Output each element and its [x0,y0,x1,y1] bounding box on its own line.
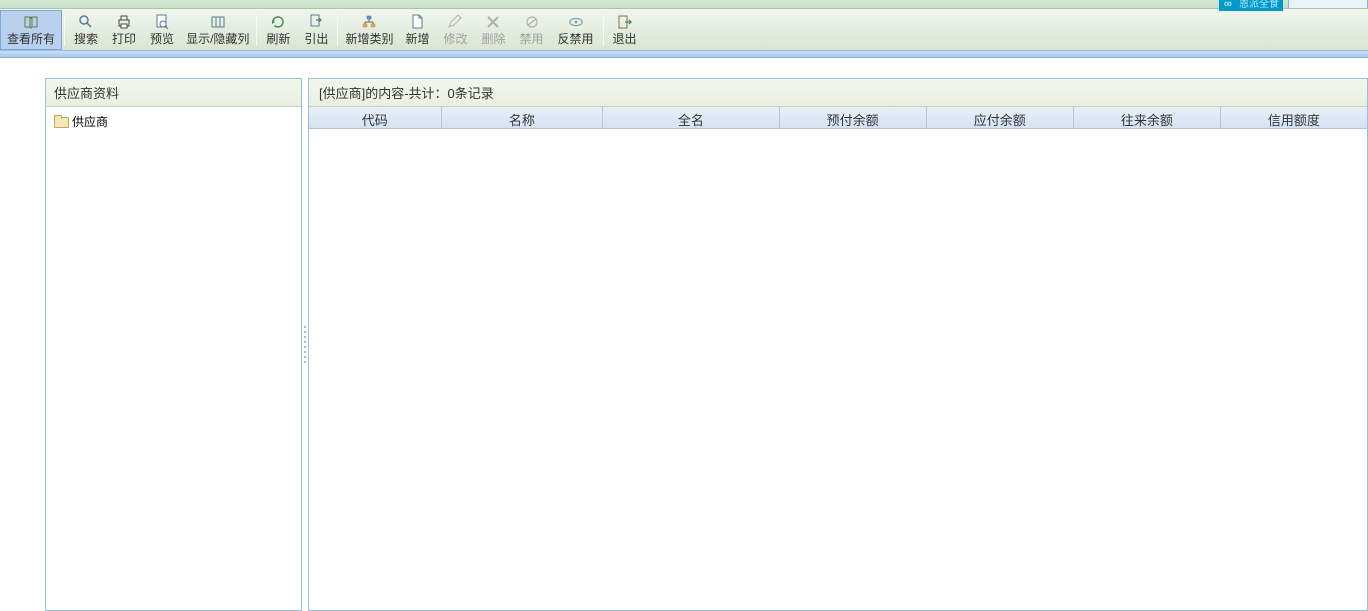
modify-button: 修改 [436,10,474,50]
toolbar-divider [64,14,65,46]
search-label: 搜索 [74,32,98,46]
left-panel: 供应商资料 供应商 [45,78,302,611]
preview-icon [154,14,170,30]
columns-icon [210,14,226,30]
print-label: 打印 [112,32,136,46]
undisable-label: 反禁用 [558,32,594,46]
refresh-button[interactable]: 刷新 [259,10,297,50]
exit-button[interactable]: 退出 [606,10,644,50]
view-all-button[interactable]: 查看所有 [0,10,62,50]
book-icon [23,14,39,30]
delete-button: 删除 [474,10,512,50]
right-panel: [供应商]的内容-共计：0条记录 代码 名称 全名 预付余额 应付余额 往来余额… [308,78,1368,611]
tree-area[interactable]: 供应商 [46,107,301,610]
title-bar: 恩派全食 [0,0,1368,9]
print-button[interactable]: 打印 [105,10,143,50]
export-button[interactable]: 引出 [297,10,335,50]
undisable-icon [568,14,584,30]
main-toolbar: 查看所有 搜索 打印 预览 显示/隐藏列 刷新 引出 [0,9,1368,51]
table-body[interactable] [309,129,1367,610]
delete-icon [485,14,501,30]
hierarchy-icon [361,14,377,30]
column-header-fullname[interactable]: 全名 [603,107,779,128]
add-category-button[interactable]: 新增类别 [340,10,398,50]
table-header: 代码 名称 全名 预付余额 应付余额 往来余额 信用额度 [309,107,1367,129]
refresh-icon [270,14,286,30]
badge-text: 恩派全食 [1239,0,1279,11]
content-area: 供应商资料 供应商 [供应商]的内容-共计：0条记录 代码 名称 全名 预付余额 [45,58,1368,611]
show-hide-columns-button[interactable]: 显示/隐藏列 [181,10,254,50]
preview-label: 预览 [150,32,174,46]
folder-icon [54,116,68,128]
undisable-button[interactable]: 反禁用 [551,10,601,50]
show-hide-columns-label: 显示/隐藏列 [186,32,249,46]
infinity-icon [1223,0,1237,10]
new-document-icon [409,14,425,30]
add-category-label: 新增类别 [345,32,393,46]
delete-label: 删除 [481,32,505,46]
splitter-handle [304,325,307,365]
disable-icon [524,14,540,30]
edit-icon [447,14,463,30]
refresh-label: 刷新 [266,32,290,46]
toolbar-divider [603,14,604,46]
view-all-label: 查看所有 [7,32,55,46]
column-header-current-balance[interactable]: 往来余额 [1074,107,1221,128]
disable-button: 禁用 [513,10,551,50]
tree-root-label: 供应商 [72,113,108,130]
tree-root-item[interactable]: 供应商 [50,111,297,132]
exit-label: 退出 [613,32,637,46]
search-button[interactable]: 搜索 [67,10,105,50]
column-header-prepaid-balance[interactable]: 预付余额 [780,107,927,128]
toolbar-divider [256,14,257,46]
column-header-name[interactable]: 名称 [442,107,604,128]
brand-badge: 恩派全食 [1219,0,1283,11]
add-new-button[interactable]: 新增 [398,10,436,50]
column-header-credit-limit[interactable]: 信用额度 [1221,107,1367,128]
toolbar-divider [337,14,338,46]
separator-bar [0,51,1368,58]
search-icon [78,14,94,30]
preview-button[interactable]: 预览 [143,10,181,50]
modify-label: 修改 [443,32,467,46]
add-new-label: 新增 [405,32,429,46]
disable-label: 禁用 [520,32,544,46]
left-panel-title: 供应商资料 [46,79,301,107]
export-icon [308,14,324,30]
title-bar-segment [1288,0,1368,8]
right-panel-title: [供应商]的内容-共计：0条记录 [309,79,1367,107]
print-icon [116,14,132,30]
column-header-payable-balance[interactable]: 应付余额 [927,107,1074,128]
export-label: 引出 [304,32,328,46]
column-header-code[interactable]: 代码 [309,107,442,128]
exit-icon [617,14,633,30]
left-margin [0,58,45,611]
